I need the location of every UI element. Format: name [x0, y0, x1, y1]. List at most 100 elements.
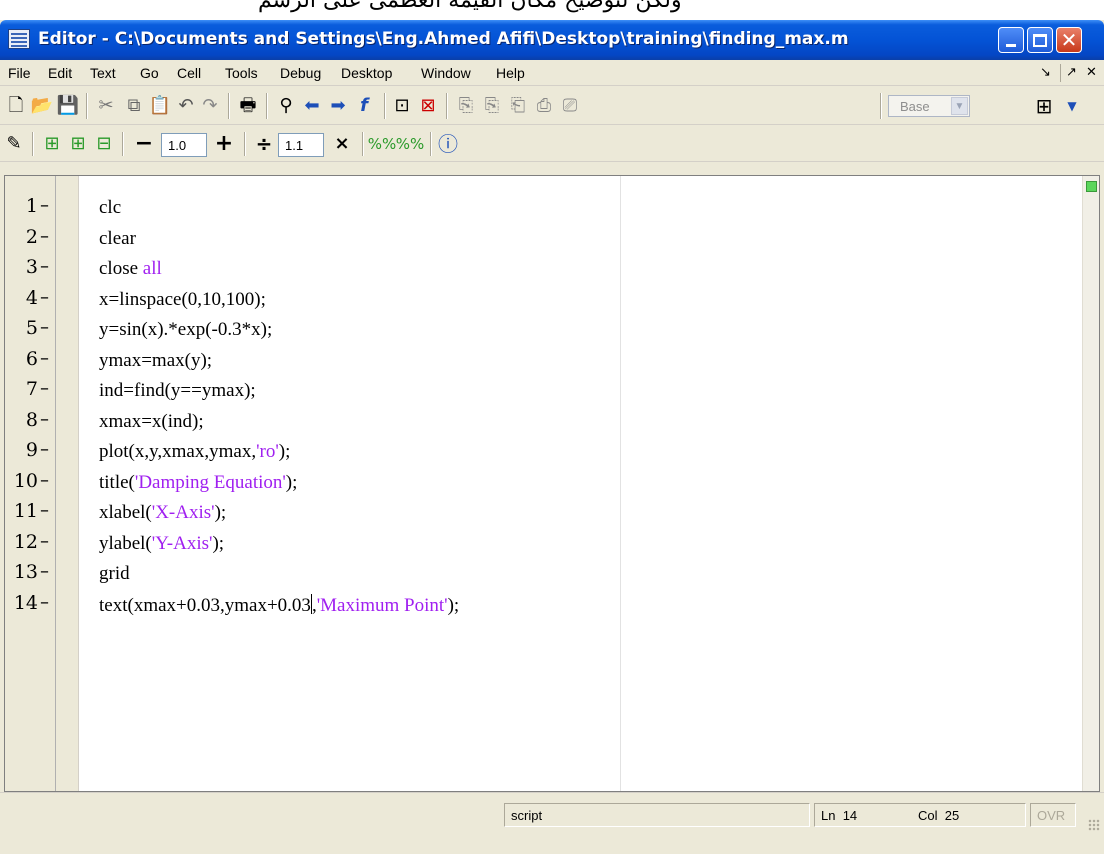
enable-cell-mode-icon[interactable]: ✎	[2, 132, 26, 156]
tile-grid-icon[interactable]: ⊞	[1032, 94, 1056, 118]
code-line[interactable]: 14– text(xmax+0.03,ymax+0.03,'Maximum Poi…	[0, 589, 1080, 619]
step-in-icon[interactable]: ⎘	[480, 94, 504, 118]
increment-button[interactable]: +	[212, 132, 236, 156]
code-text[interactable]: ind=find(y==ymax);	[99, 380, 256, 402]
set-breakpoint-icon[interactable]: ⊡	[390, 94, 414, 118]
step-icon[interactable]: ⎘	[454, 94, 478, 118]
menu-debug[interactable]: Debug	[280, 65, 321, 81]
code-line[interactable]: 9– plot(x,y,xmax,ymax,'ro');	[0, 436, 1080, 466]
print-icon[interactable]: 🖶	[236, 94, 260, 118]
line-marker[interactable]: –	[40, 531, 49, 552]
menu-window[interactable]: Window	[421, 65, 471, 81]
code-text[interactable]: xlabel('X-Axis');	[99, 502, 226, 524]
code-text[interactable]: clc	[99, 197, 121, 219]
step-out-icon[interactable]: ⎗	[506, 94, 530, 118]
remove-cell-divider-icon[interactable]: %%	[396, 132, 425, 156]
line-marker[interactable]: –	[40, 439, 49, 460]
multiply-value-input[interactable]: 1.1	[278, 133, 324, 157]
code-line[interactable]: 4– x=linspace(0,10,100);	[0, 284, 1080, 314]
toolbar-separator	[266, 93, 268, 119]
line-marker[interactable]: –	[40, 561, 49, 582]
code-text[interactable]: grid	[99, 563, 130, 585]
menu-text[interactable]: Text	[90, 65, 116, 81]
divide-button[interactable]: ÷	[252, 132, 276, 156]
menu-tools[interactable]: Tools	[225, 65, 258, 81]
code-line[interactable]: 13– grid	[0, 558, 1080, 588]
code-line[interactable]: 5– y=sin(x).*exp(-0.3*x);	[0, 314, 1080, 344]
line-marker[interactable]: –	[40, 226, 49, 247]
vertical-scrollbar[interactable]	[1082, 176, 1099, 791]
maximize-button[interactable]	[1027, 27, 1053, 53]
code-text[interactable]: close all	[99, 258, 162, 280]
menu-file[interactable]: File	[8, 65, 31, 81]
chevron-down-icon[interactable]: ▼	[951, 97, 968, 115]
menu-desktop[interactable]: Desktop	[341, 65, 392, 81]
expand-arrow-icon[interactable]: ↗	[1066, 64, 1077, 80]
code-line[interactable]: 7– ind=find(y==ymax);	[0, 375, 1080, 405]
paste-icon[interactable]: 📋	[148, 94, 172, 118]
menu-cell[interactable]: Cell	[177, 65, 201, 81]
forward-arrow-icon[interactable]: ➡	[326, 94, 350, 118]
eval-file-icon[interactable]: ⊟	[92, 132, 116, 156]
stack-select[interactable]: Base ▼	[888, 95, 970, 117]
code-text[interactable]: plot(x,y,xmax,ymax,'ro');	[99, 441, 290, 463]
multiply-button[interactable]: ×	[330, 132, 354, 156]
menu-edit[interactable]: Edit	[48, 65, 72, 81]
code-text[interactable]: clear	[99, 228, 136, 250]
line-marker[interactable]: –	[40, 378, 49, 399]
insert-cell-divider-icon[interactable]: %%	[368, 132, 397, 156]
code-token: plot(x,y,xmax,ymax,	[99, 441, 257, 462]
line-marker[interactable]: –	[40, 317, 49, 338]
decrement-button[interactable]: −	[132, 132, 156, 156]
line-marker[interactable]: –	[40, 195, 49, 216]
line-marker[interactable]: –	[40, 409, 49, 430]
open-folder-icon[interactable]: 📂	[30, 94, 54, 118]
code-line[interactable]: 10– title('Damping Equation');	[0, 467, 1080, 497]
code-line[interactable]: 1– clc	[0, 192, 1080, 222]
info-icon[interactable]: ⓘ	[436, 132, 460, 156]
minimize-button[interactable]	[998, 27, 1024, 53]
code-text[interactable]: ymax=max(y);	[99, 350, 212, 372]
close-x-icon[interactable]: ✕	[1086, 64, 1097, 80]
code-line[interactable]: 3– close all	[0, 253, 1080, 283]
code-text[interactable]: text(xmax+0.03,ymax+0.03,'Maximum Point'…	[99, 593, 459, 617]
back-arrow-icon[interactable]: ⬅	[300, 94, 324, 118]
code-line[interactable]: 8– xmax=x(ind);	[0, 406, 1080, 436]
title-bar[interactable]: Editor - C:\Documents and Settings\Eng.A…	[0, 20, 1104, 60]
new-file-icon[interactable]: 🗋	[4, 94, 28, 118]
line-marker[interactable]: –	[40, 256, 49, 277]
layout-dropdown-icon[interactable]: ▼	[1060, 94, 1084, 118]
menu-help[interactable]: Help	[496, 65, 525, 81]
function-icon[interactable]: f	[352, 94, 376, 118]
find-binoculars-icon[interactable]: ⚲	[274, 94, 298, 118]
increment-value-input[interactable]: 1.0	[161, 133, 207, 157]
code-line[interactable]: 11– xlabel('X-Axis');	[0, 497, 1080, 527]
code-text[interactable]: x=linspace(0,10,100);	[99, 289, 266, 311]
line-marker[interactable]: –	[40, 500, 49, 521]
continue-icon[interactable]: ⎙	[532, 94, 556, 118]
code-text[interactable]: title('Damping Equation');	[99, 472, 297, 494]
copy-icon[interactable]: ⧉	[122, 94, 146, 118]
code-line[interactable]: 6– ymax=max(y);	[0, 345, 1080, 375]
eval-cell-advance-icon[interactable]: ⊞	[66, 132, 90, 156]
save-icon[interactable]: 💾	[56, 94, 80, 118]
undock-arrow-icon[interactable]: ↘	[1040, 64, 1051, 80]
resize-grip-icon[interactable]	[1088, 819, 1100, 831]
line-marker[interactable]: –	[40, 287, 49, 308]
code-text[interactable]: xmax=x(ind);	[99, 411, 204, 433]
code-text[interactable]: ylabel('Y-Axis');	[99, 533, 224, 555]
redo-icon[interactable]: ↷	[198, 94, 222, 118]
code-line[interactable]: 2– clear	[0, 223, 1080, 253]
undo-icon[interactable]: ↶	[174, 94, 198, 118]
code-text[interactable]: y=sin(x).*exp(-0.3*x);	[99, 319, 272, 341]
eval-cell-icon[interactable]: ⊞	[40, 132, 64, 156]
clear-breakpoints-icon[interactable]: ⊠	[416, 94, 440, 118]
line-marker[interactable]: –	[40, 470, 49, 491]
line-marker[interactable]: –	[40, 592, 49, 613]
code-line[interactable]: 12– ylabel('Y-Axis');	[0, 528, 1080, 558]
cut-icon[interactable]: ✂	[94, 94, 118, 118]
exit-debug-icon[interactable]: ⎚	[558, 94, 582, 118]
close-button[interactable]: ✕	[1056, 27, 1082, 53]
line-marker[interactable]: –	[40, 348, 49, 369]
menu-go[interactable]: Go	[140, 65, 159, 81]
